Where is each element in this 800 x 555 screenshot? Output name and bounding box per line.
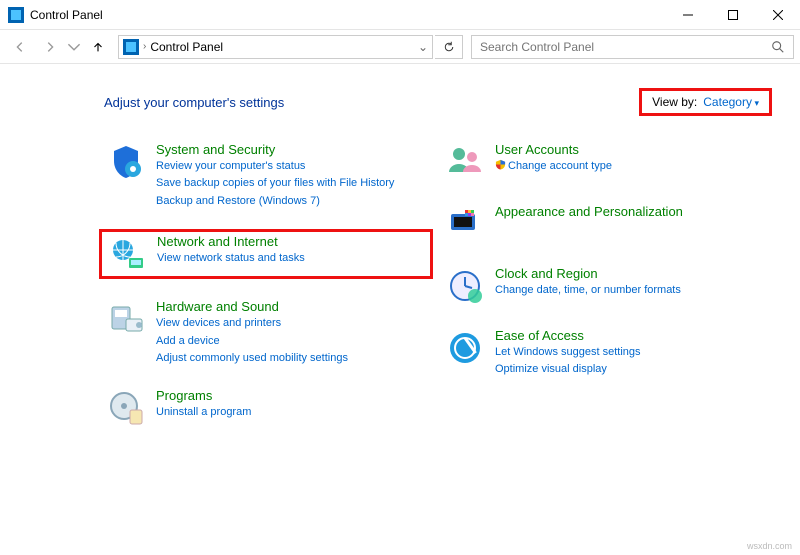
category-title-hardware-and-sound[interactable]: Hardware and Sound xyxy=(156,299,348,314)
address-bar[interactable]: › Control Panel ⌄ xyxy=(118,35,433,59)
category-system-and-security: System and Security Review your computer'… xyxy=(104,140,433,211)
control-panel-icon xyxy=(123,39,139,55)
window-title: Control Panel xyxy=(30,8,665,22)
category-title-user-accounts[interactable]: User Accounts xyxy=(495,142,612,157)
chevron-right-icon: › xyxy=(143,41,146,52)
task-link[interactable]: View network status and tasks xyxy=(157,251,305,266)
up-button[interactable] xyxy=(84,34,112,60)
page-heading: Adjust your computer's settings xyxy=(104,95,639,110)
task-link[interactable]: Backup and Restore (Windows 7) xyxy=(156,194,394,209)
task-link[interactable]: Uninstall a program xyxy=(156,405,251,420)
category-title-clock-and-region[interactable]: Clock and Region xyxy=(495,266,681,281)
app-icon xyxy=(8,7,24,23)
category-title-ease-of-access[interactable]: Ease of Access xyxy=(495,328,641,343)
maximize-button[interactable] xyxy=(710,0,755,30)
minimize-button[interactable] xyxy=(665,0,710,30)
task-link[interactable]: Let Windows suggest settings xyxy=(495,345,641,360)
category-ease-of-access: Ease of Access Let Windows suggest settin… xyxy=(443,326,772,380)
category-title-appearance-and-personalization[interactable]: Appearance and Personalization xyxy=(495,204,683,219)
category-title-system-and-security[interactable]: System and Security xyxy=(156,142,394,157)
category-title-programs[interactable]: Programs xyxy=(156,388,251,403)
category-hardware-and-sound: Hardware and Sound View devices and print… xyxy=(104,297,433,368)
recent-dropdown[interactable] xyxy=(66,34,82,60)
breadcrumb-location[interactable]: Control Panel xyxy=(150,40,223,54)
task-link[interactable]: Change account type xyxy=(495,159,612,174)
programs-icon xyxy=(106,388,146,428)
appearance-and-personalization-icon xyxy=(445,204,485,244)
task-link[interactable]: Change date, time, or number formats xyxy=(495,283,681,298)
category-user-accounts: User Accounts Change account type xyxy=(443,140,772,184)
search-input[interactable] xyxy=(480,40,771,54)
search-icon xyxy=(771,40,785,54)
back-button[interactable] xyxy=(6,34,34,60)
view-by-dropdown[interactable]: Category xyxy=(703,95,759,109)
category-appearance-and-personalization: Appearance and Personalization xyxy=(443,202,772,246)
category-network-and-internet: Network and Internet View network status … xyxy=(99,229,433,279)
shield-icon xyxy=(495,160,508,172)
hardware-and-sound-icon xyxy=(106,299,146,339)
task-link[interactable]: Review your computer's status xyxy=(156,159,394,174)
clock-and-region-icon xyxy=(445,266,485,306)
forward-button[interactable] xyxy=(36,34,64,60)
user-accounts-icon xyxy=(445,142,485,182)
task-link[interactable]: Save backup copies of your files with Fi… xyxy=(156,176,394,191)
refresh-button[interactable] xyxy=(435,35,463,59)
ease-of-access-icon xyxy=(445,328,485,368)
network-and-internet-icon xyxy=(107,234,147,274)
view-by-control: View by: Category xyxy=(639,88,772,116)
task-link[interactable]: Adjust commonly used mobility settings xyxy=(156,351,348,366)
task-link[interactable]: Add a device xyxy=(156,334,348,349)
system-and-security-icon xyxy=(106,142,146,182)
task-link[interactable]: View devices and printers xyxy=(156,316,348,331)
category-clock-and-region: Clock and Region Change date, time, or nu… xyxy=(443,264,772,308)
task-link[interactable]: Optimize visual display xyxy=(495,362,641,377)
close-button[interactable] xyxy=(755,0,800,30)
breadcrumb-dropdown-icon[interactable]: ⌄ xyxy=(418,40,428,54)
watermark: wsxdn.com xyxy=(747,541,792,551)
category-programs: Programs Uninstall a program xyxy=(104,386,433,430)
search-box[interactable] xyxy=(471,35,794,59)
view-by-label: View by: xyxy=(652,95,697,109)
category-title-network-and-internet[interactable]: Network and Internet xyxy=(157,234,305,249)
